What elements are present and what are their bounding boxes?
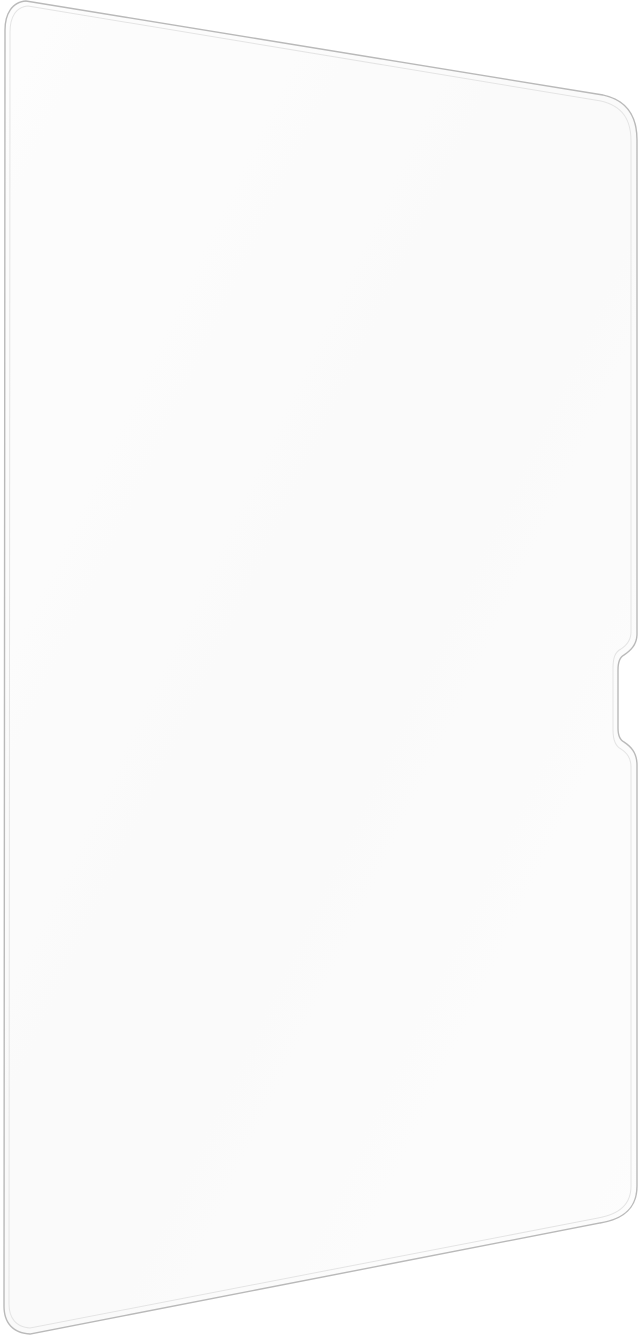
product-image-canvas	[0, 0, 640, 1337]
screen-protector-glass	[3, 0, 638, 1335]
screen-protector-illustration	[3, 0, 638, 1335]
